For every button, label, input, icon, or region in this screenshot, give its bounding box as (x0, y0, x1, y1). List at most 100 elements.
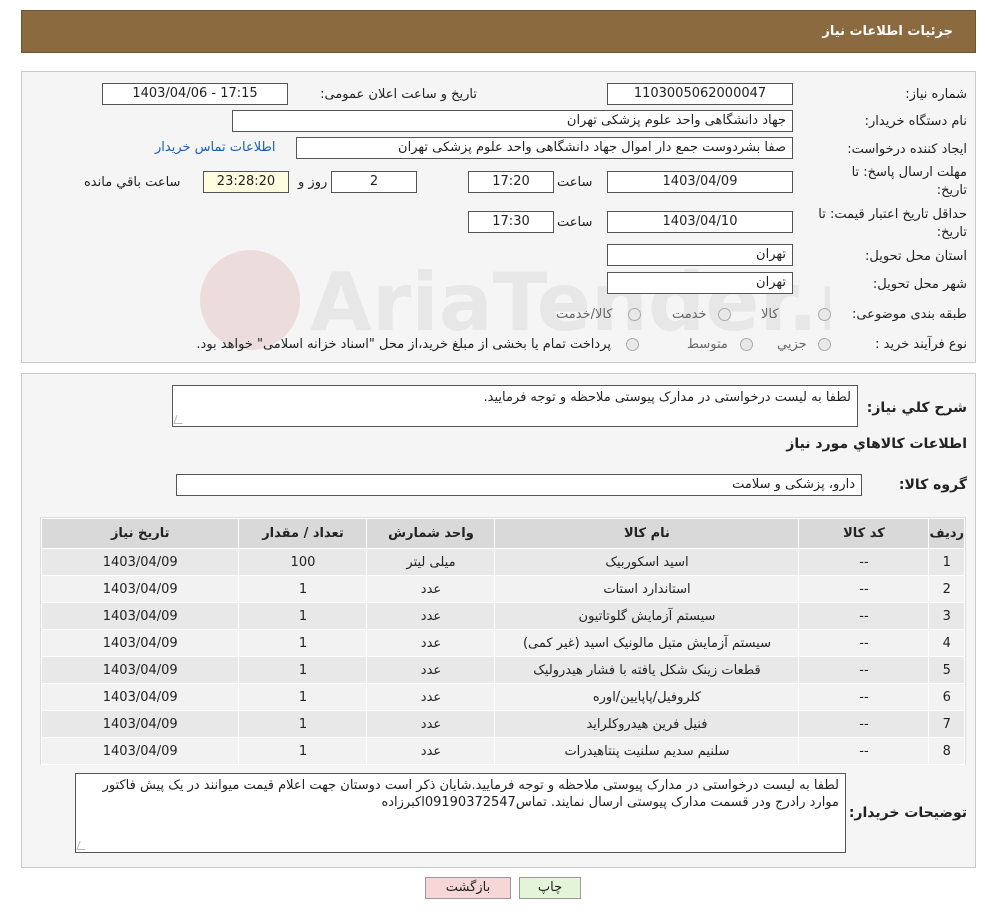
row-number-cell: 2 (928, 575, 965, 603)
table-row: 7 -- فنیل فرین هیدروکلراید عدد 1 1403/04/09 (40, 710, 965, 738)
process-radio-medium[interactable] (740, 338, 753, 351)
goods-group-field: دارو، پزشکی و سلامت (176, 474, 862, 496)
code-cell: -- (798, 629, 930, 657)
date-cell: 1403/04/09 (40, 737, 240, 765)
page-header: جزئیات اطلاعات نیاز (21, 10, 976, 53)
date-cell: 1403/04/09 (40, 656, 240, 684)
table-row: 8 -- سلنیم سدیم سلنیت پنتاهیدرات عدد 1 1403/0… (40, 737, 965, 765)
code-cell: -- (798, 602, 930, 630)
code-cell: -- (798, 575, 930, 603)
table-row: 2 -- استاندارد استات عدد 1 1403/04/09 (40, 575, 965, 603)
row-number-cell: 8 (928, 737, 965, 765)
unit-cell: عدد (366, 683, 496, 711)
goods-group-label: گروه کالا: (898, 477, 967, 493)
col-header-row-number: ردیف (928, 518, 965, 549)
col-header-unit: واحد شمارش (366, 518, 496, 549)
days-remaining-field: 2 (331, 171, 417, 193)
aria-tender-logo-icon (200, 250, 300, 350)
deadline-label-line2: تاریخ: (936, 183, 967, 198)
deadline-time-field: 17:20 (468, 171, 554, 193)
row-number-cell: 4 (928, 629, 965, 657)
announce-datetime-field: 1403/04/06 - 17:15 (102, 83, 288, 105)
col-header-date: تاریخ نیاز (40, 518, 240, 549)
validity-label-line1: حداقل تاریخ اعتبار قیمت: تا (818, 207, 967, 222)
category-radio-both[interactable] (628, 308, 641, 321)
category-radio-goods[interactable] (818, 308, 831, 321)
validity-label-line2: تاریخ: (936, 225, 967, 240)
table-row: 3 -- سیستم آزمایش گلوتاتیون عدد 1 1403/04/09 (40, 602, 965, 630)
code-cell: -- (798, 737, 930, 765)
table-row: 4 -- سیستم آزمایش متیل مالونیک اسید (غیر ک… (40, 629, 965, 657)
unit-cell: عدد (366, 737, 496, 765)
unit-cell: عدد (366, 710, 496, 738)
description-textarea[interactable]: لطفا به لیست درخواستی در مدارک پیوستی مل… (172, 385, 858, 427)
code-cell: -- (798, 656, 930, 684)
city-label: شهر محل تحویل: (872, 277, 967, 292)
province-label: استان محل تحویل: (865, 249, 967, 264)
creator-field: صفا بشردوست جمع دار اموال جهاد دانشگاهی … (296, 137, 793, 159)
category-option-goods: کالا (761, 307, 779, 322)
quantity-cell: 1 (238, 683, 368, 711)
back-button[interactable]: بازگشت (425, 877, 511, 899)
province-field: تهران (607, 244, 793, 266)
unit-cell: عدد (366, 602, 496, 630)
buyer-field: جهاد دانشگاهی واحد علوم پزشکی تهران (232, 110, 793, 132)
date-cell: 1403/04/09 (40, 629, 240, 657)
row-number-cell: 5 (928, 656, 965, 684)
deadline-time-label: ساعت (557, 175, 593, 190)
date-cell: 1403/04/09 (40, 683, 240, 711)
buyer-notes-text: لطفا به لیست درخواستی در مدارک پیوستی مل… (102, 778, 839, 810)
category-option-both: کالا/خدمت (556, 307, 613, 322)
category-radio-service[interactable] (718, 308, 731, 321)
quantity-cell: 1 (238, 737, 368, 765)
name-cell: اسید اسکوربیک (494, 548, 800, 576)
table-row: 5 -- قطعات زینک شکل یافته با فشار هیدرولیک… (40, 656, 965, 684)
row-number-cell: 1 (928, 548, 965, 576)
category-label: طبقه بندی موضوعی: (851, 307, 967, 322)
process-label: نوع فرآیند خرید : (875, 337, 967, 352)
code-cell: -- (798, 710, 930, 738)
date-cell: 1403/04/09 (40, 575, 240, 603)
goods-section-title: اطلاعات کالاهاي مورد نياز (786, 436, 967, 452)
table-row: 1 -- اسید اسکوربیک میلی لیتر 100 1403/04/09 (40, 548, 965, 576)
name-cell: سیستم آزمایش متیل مالونیک اسید (غیر کمی) (494, 629, 800, 657)
unit-cell: عدد (366, 656, 496, 684)
quantity-cell: 1 (238, 656, 368, 684)
treasury-checkbox[interactable] (626, 338, 639, 351)
quantity-cell: 1 (238, 710, 368, 738)
time-remaining-field: 23:28:20 (203, 171, 289, 193)
days-label: روز و (298, 175, 328, 190)
resize-grip-icon[interactable] (173, 415, 186, 424)
col-header-name: نام کالا (494, 518, 800, 549)
unit-cell: عدد (366, 575, 496, 603)
code-cell: -- (798, 683, 930, 711)
process-note: پرداخت تمام یا بخشی از مبلغ خرید،از محل … (196, 337, 611, 352)
unit-cell: عدد (366, 629, 496, 657)
col-header-code: کد کالا (798, 518, 930, 549)
date-cell: 1403/04/09 (40, 602, 240, 630)
print-button[interactable]: چاپ (519, 877, 581, 899)
svg-text:AriaTender.neT: AriaTender.neT (310, 256, 830, 349)
resize-grip-icon[interactable] (76, 841, 89, 850)
need-number-field: 1103005062000047 (607, 83, 793, 105)
announce-label: تاریخ و ساعت اعلان عمومی: (320, 87, 477, 102)
name-cell: استاندارد استات (494, 575, 800, 603)
process-radio-minor[interactable] (818, 338, 831, 351)
name-cell: کلروفیل/پاپایین/اوره (494, 683, 800, 711)
code-cell: -- (798, 548, 930, 576)
row-number-cell: 6 (928, 683, 965, 711)
goods-table-wrapper: ردیف کد کالا نام کالا واحد شمارش تعداد /… (40, 517, 966, 765)
buyer-contact-link[interactable]: اطلاعات تماس خریدار (155, 140, 275, 155)
unit-cell: میلی لیتر (366, 548, 496, 576)
col-header-quantity: تعداد / مقدار (238, 518, 368, 549)
quantity-cell: 1 (238, 629, 368, 657)
city-field: تهران (607, 272, 793, 294)
quantity-cell: 1 (238, 602, 368, 630)
row-number-cell: 3 (928, 602, 965, 630)
creator-label: ایجاد کننده درخواست: (847, 142, 967, 157)
goods-table: ردیف کد کالا نام کالا واحد شمارش تعداد /… (40, 518, 965, 765)
description-text: لطفا به لیست درخواستی در مدارک پیوستی مل… (483, 390, 851, 405)
process-option-medium: متوسط (687, 337, 728, 352)
deadline-label-line1: مهلت ارسال پاسخ: تا (851, 165, 967, 180)
buyer-notes-textarea[interactable]: لطفا به لیست درخواستی در مدارک پیوستی مل… (75, 773, 846, 853)
